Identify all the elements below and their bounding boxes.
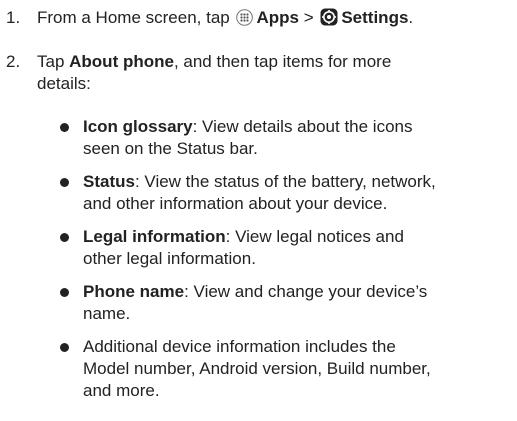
bullet-line2: Model number, Android version, Build num… (83, 359, 431, 378)
apps-grid-icon (236, 9, 254, 32)
bullet-line2: seen on the Status bar. (83, 139, 258, 158)
settings-label: Settings (341, 8, 409, 27)
about-phone-label: About phone (69, 52, 174, 71)
bullet-title: Legal information (83, 227, 226, 246)
bullet-title: Icon glossary (83, 117, 193, 136)
bullet-text: Status: View the status of the battery, … (83, 171, 513, 215)
step-text-before: From a Home screen, tap (37, 8, 235, 27)
bullet-dot (60, 123, 69, 132)
bullet-text: Icon glossary: View details about the ic… (83, 116, 513, 160)
step-text: Tap About phone, and then tap items for … (37, 51, 507, 95)
bullet-line1: : View legal notices and (225, 227, 404, 246)
step-text-after: , and then tap items for more (173, 52, 392, 71)
bullet-dot (60, 288, 69, 297)
settings-gear-icon (320, 8, 338, 32)
bullet-text: Legal information: View legal notices an… (83, 226, 513, 270)
apps-label: Apps (256, 8, 299, 27)
bullet-line2: other legal information. (83, 249, 256, 268)
step-number: 1. (6, 8, 21, 27)
step-text-before: Tap (37, 52, 70, 71)
bullet-line2: name. (83, 304, 131, 323)
bullet-line1: : View the status of the battery, networ… (134, 172, 436, 191)
bullet-line2: and other information about your device. (83, 194, 388, 213)
bullet-title: Status (83, 172, 135, 191)
step-text-line2: details: (37, 74, 91, 93)
instructions-page: 1. From a Home screen, tap Apps > Settin… (0, 0, 517, 421)
bullet-line3: and more. (83, 381, 160, 400)
bullet-dot (60, 178, 69, 187)
bullet-line1: Additional device information includes t… (83, 337, 396, 356)
step-text-after: . (408, 8, 414, 27)
step-text: From a Home screen, tap Apps > Settings. (37, 7, 507, 32)
bullet-line1: : View and change your device’s (184, 282, 428, 301)
bullet-dot (60, 233, 69, 242)
bullet-text: Additional device information includes t… (83, 336, 513, 402)
bullet-dot (60, 343, 69, 352)
bullet-title: Phone name (83, 282, 185, 301)
breadcrumb-separator: > (298, 8, 319, 27)
bullet-text: Phone name: View and change your device’… (83, 281, 513, 325)
step-number: 2. (6, 52, 21, 71)
bullet-line1: : View details about the icons (192, 117, 413, 136)
